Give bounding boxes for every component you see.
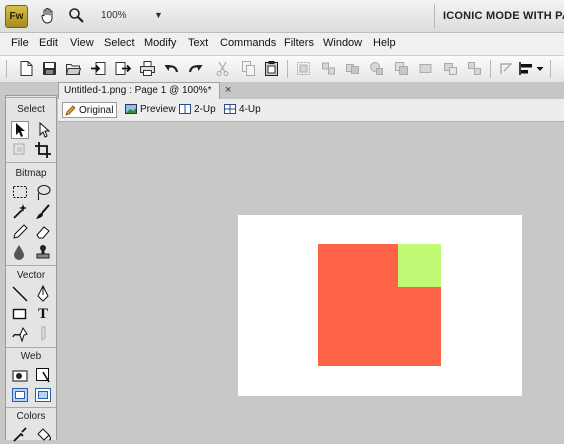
split-icon[interactable]	[368, 60, 385, 77]
menu-text[interactable]: Text	[188, 37, 208, 49]
align-icon[interactable]	[518, 60, 535, 77]
subselection-tool-icon[interactable]	[34, 121, 52, 139]
toolbar-separator	[287, 60, 288, 78]
view-original-label: Original	[79, 105, 114, 116]
brush-tool-icon[interactable]	[34, 203, 52, 221]
hotspot-tool-icon[interactable]	[11, 366, 29, 384]
show-slices-icon[interactable]	[34, 386, 52, 404]
two-up-icon	[179, 104, 191, 115]
main-toolbar	[0, 56, 564, 83]
fireworks-logo: Fw	[5, 5, 28, 28]
bitmap-section-label: Bitmap	[15, 168, 47, 179]
four-up-icon	[224, 104, 236, 115]
menu-edit[interactable]: Edit	[39, 37, 58, 49]
save-icon[interactable]	[41, 60, 58, 77]
undo-icon[interactable]	[163, 60, 180, 77]
group-icon[interactable]	[295, 60, 312, 77]
hand-tool-icon[interactable]	[40, 7, 56, 25]
marquee-tool-icon[interactable]	[11, 183, 29, 201]
document-tab[interactable]: Untitled-1.png : Page 1 @ 100%*	[58, 82, 220, 99]
align-dropdown-chevron-icon[interactable]	[535, 60, 545, 77]
menu-bar: File Edit View Select Modify Text Comman…	[0, 33, 564, 56]
menu-modify[interactable]: Modify	[144, 37, 176, 49]
import-icon[interactable]	[90, 60, 107, 77]
paint-bucket-tool-icon[interactable]	[34, 426, 52, 444]
toolbar-separator-2	[490, 60, 491, 78]
bring-to-front-icon[interactable]	[393, 60, 410, 77]
title-separator	[434, 4, 435, 28]
menu-commands[interactable]: Commands	[220, 37, 276, 49]
line-tool-icon[interactable]	[11, 285, 29, 303]
cut-icon[interactable]	[214, 60, 231, 77]
view-2up-label: 2-Up	[194, 104, 216, 115]
section-divider	[6, 407, 56, 408]
green-rectangle[interactable]	[398, 244, 441, 287]
rotate-icon[interactable]	[498, 60, 515, 77]
print-icon[interactable]	[139, 60, 156, 77]
view-4up-label: 4-Up	[239, 104, 261, 115]
menu-view[interactable]: View	[70, 37, 94, 49]
close-tab-icon[interactable]: ×	[225, 84, 231, 96]
view-preview-label: Preview	[140, 104, 176, 115]
knife-tool-icon[interactable]	[34, 325, 52, 343]
paste-icon[interactable]	[263, 60, 280, 77]
hide-slices-icon[interactable]	[11, 386, 29, 404]
zoom-tool-icon[interactable]	[68, 7, 84, 23]
colors-section-label: Colors	[16, 411, 46, 422]
menu-filters[interactable]: Filters	[284, 37, 314, 49]
pen-tool-icon[interactable]	[34, 285, 52, 303]
join-icon[interactable]	[344, 60, 361, 77]
text-tool-icon[interactable]: T	[34, 305, 52, 323]
pencil-icon	[65, 105, 76, 116]
redo-icon[interactable]	[187, 60, 204, 77]
section-divider	[6, 347, 56, 348]
section-divider	[6, 265, 56, 266]
section-divider	[6, 162, 56, 163]
vector-section-label: Vector	[16, 270, 46, 281]
preview-image-icon	[125, 104, 137, 115]
view-4up-button[interactable]: 4-Up	[222, 102, 264, 118]
menu-select[interactable]: Select	[104, 37, 135, 49]
zoom-dropdown-chevron-icon[interactable]: ▼	[154, 10, 163, 20]
magic-wand-tool-icon[interactable]	[11, 203, 29, 221]
slice-tool-icon[interactable]	[34, 366, 52, 384]
open-folder-icon[interactable]	[65, 60, 82, 77]
export-icon[interactable]	[114, 60, 131, 77]
workspace-mode-label[interactable]: ICONIC MODE WITH PAN	[443, 10, 564, 22]
lasso-tool-icon[interactable]	[34, 183, 52, 201]
pencil-tool-icon[interactable]	[11, 223, 29, 241]
crop-tool-icon[interactable]	[34, 141, 52, 159]
eyedropper-tool-icon[interactable]	[11, 426, 29, 444]
scale-tool-icon[interactable]	[11, 141, 29, 159]
pointer-tool[interactable]	[11, 121, 29, 139]
menu-window[interactable]: Window	[323, 37, 362, 49]
eraser-tool-icon[interactable]	[34, 223, 52, 241]
pointer-arrow-icon	[16, 123, 25, 137]
web-section-label: Web	[20, 351, 42, 362]
view-original-button[interactable]: Original	[62, 102, 118, 118]
bring-forward-icon[interactable]	[417, 60, 434, 77]
rectangle-tool-icon[interactable]	[11, 305, 29, 323]
tools-panel: Select Bitmap Vector T Web Colors	[5, 95, 57, 442]
new-document-icon[interactable]	[18, 60, 35, 77]
select-section-label: Select	[17, 104, 45, 115]
send-backward-icon[interactable]	[442, 60, 459, 77]
view-preview-button[interactable]: Preview	[123, 102, 179, 118]
toolbar-separator-3	[550, 60, 551, 78]
copy-icon[interactable]	[240, 60, 257, 77]
view-2up-button[interactable]: 2-Up	[177, 102, 219, 118]
freeform-tool-icon[interactable]	[11, 325, 29, 343]
zoom-level-value[interactable]: 100%	[101, 10, 127, 21]
section-divider	[6, 97, 56, 98]
ungroup-icon[interactable]	[320, 60, 337, 77]
toolbar-grip	[6, 60, 7, 78]
blur-tool-icon[interactable]	[11, 243, 29, 261]
menu-file[interactable]: File	[11, 37, 29, 49]
send-to-back-icon[interactable]	[466, 60, 483, 77]
rubber-stamp-tool-icon[interactable]	[34, 243, 52, 261]
menu-help[interactable]: Help	[373, 37, 396, 49]
